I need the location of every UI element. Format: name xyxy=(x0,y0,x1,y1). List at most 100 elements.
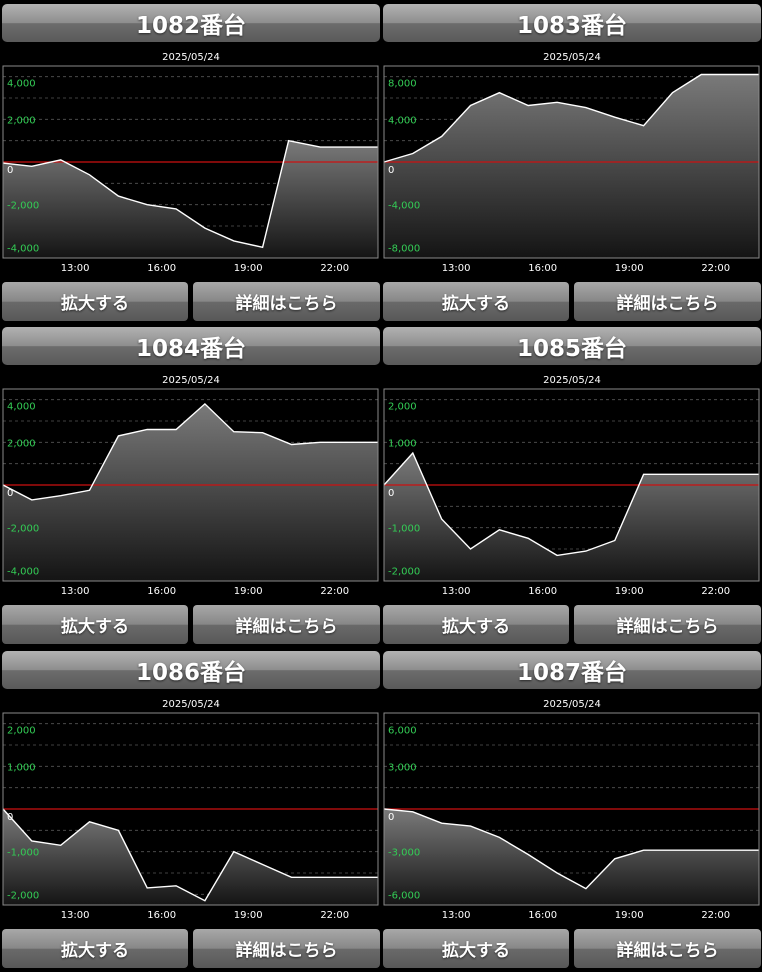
y-tick-label: -4,000 xyxy=(388,201,420,212)
zoom-button-1083[interactable]: 拡大する xyxy=(383,282,569,321)
x-tick-label: 19:00 xyxy=(615,263,644,274)
chart-1085[interactable]: 2025/05/24 2,000 1,000 0 -1,000 -2,000 13:00 16… xyxy=(383,370,761,602)
x-tick-label: 16:00 xyxy=(528,586,557,597)
y-tick-label: 0 xyxy=(7,812,13,823)
x-tick-label: 19:00 xyxy=(234,910,263,921)
zoom-button-1082[interactable]: 拡大する xyxy=(2,282,188,321)
y-tick-label: 2,000 xyxy=(7,115,36,126)
y-tick-label: 2,000 xyxy=(7,438,36,449)
y-tick-label: 0 xyxy=(7,165,13,176)
y-tick-label: 8,000 xyxy=(388,79,417,90)
chart-date-label: 2025/05/24 xyxy=(162,375,220,386)
x-tick-label: 13:00 xyxy=(61,910,90,921)
y-tick-label: -2,000 xyxy=(7,890,39,901)
y-tick-label: 0 xyxy=(388,165,394,176)
y-tick-label: 6,000 xyxy=(388,726,417,737)
y-tick-label: 2,000 xyxy=(7,726,36,737)
panel-1084: 1084番台 2025/05/24 4,000 2,000 0 -2,000 -4,000… xyxy=(2,323,380,644)
x-tick-label: 16:00 xyxy=(147,910,176,921)
series-area xyxy=(384,74,759,258)
x-tick-label: 13:00 xyxy=(61,263,90,274)
series-area xyxy=(3,140,378,258)
zoom-button-1085[interactable]: 拡大する xyxy=(383,605,569,644)
y-tick-label: -4,000 xyxy=(7,566,39,577)
x-tick-label: 13:00 xyxy=(442,586,471,597)
x-tick-label: 22:00 xyxy=(320,910,349,921)
detail-button-1087[interactable]: 詳細はこちら xyxy=(574,929,761,968)
y-tick-label: -1,000 xyxy=(7,848,39,859)
y-tick-label: -8,000 xyxy=(388,243,420,254)
y-tick-label: 3,000 xyxy=(388,762,417,773)
x-tick-label: 16:00 xyxy=(528,263,557,274)
x-tick-label: 13:00 xyxy=(61,586,90,597)
y-tick-label: -2,000 xyxy=(388,566,420,577)
x-tick-label: 19:00 xyxy=(234,263,263,274)
chart-date-label: 2025/05/24 xyxy=(543,52,601,63)
chart-date-label: 2025/05/24 xyxy=(543,699,601,710)
y-tick-label: 4,000 xyxy=(388,115,417,126)
chart-date-label: 2025/05/24 xyxy=(543,375,601,386)
y-tick-label: 1,000 xyxy=(7,762,36,773)
series-area xyxy=(384,809,759,905)
chart-date-label: 2025/05/24 xyxy=(162,699,220,710)
x-tick-label: 19:00 xyxy=(234,586,263,597)
machine-title-1086: 1086番台 xyxy=(2,651,380,689)
x-tick-label: 22:00 xyxy=(320,263,349,274)
y-tick-label: 1,000 xyxy=(388,438,417,449)
x-tick-label: 16:00 xyxy=(147,263,176,274)
panel-1085: 1085番台 2025/05/24 2,000 1,000 0 -1,000 -2,000… xyxy=(383,323,761,644)
zoom-button-1084[interactable]: 拡大する xyxy=(2,605,188,644)
y-tick-label: -3,000 xyxy=(388,848,420,859)
chart-date-label: 2025/05/24 xyxy=(162,52,220,63)
x-tick-label: 16:00 xyxy=(147,586,176,597)
machine-title-1083: 1083番台 xyxy=(383,4,761,42)
y-tick-label: 0 xyxy=(388,812,394,823)
machine-title-1084: 1084番台 xyxy=(2,327,380,365)
chart-svg: 2025/05/24 2,000 1,000 0 -1,000 -2,000 13:00 16… xyxy=(383,375,760,597)
series-area xyxy=(3,403,378,581)
x-tick-label: 22:00 xyxy=(701,263,730,274)
y-tick-label: 2,000 xyxy=(388,402,417,413)
x-tick-label: 19:00 xyxy=(615,910,644,921)
x-tick-label: 22:00 xyxy=(320,586,349,597)
x-tick-label: 13:00 xyxy=(442,910,471,921)
chart-svg: 2025/05/24 8,000 4,000 0 -4,000 -8,000 13:00 16… xyxy=(383,52,760,274)
y-tick-label: -1,000 xyxy=(388,524,420,535)
detail-button-1085[interactable]: 詳細はこちら xyxy=(574,605,761,644)
detail-button-1083[interactable]: 詳細はこちら xyxy=(574,282,761,321)
zoom-button-1087[interactable]: 拡大する xyxy=(383,929,569,968)
chart-1083[interactable]: 2025/05/24 8,000 4,000 0 -4,000 -8,000 13:00 16… xyxy=(383,47,761,279)
y-tick-label: 0 xyxy=(388,488,394,499)
x-tick-label: 13:00 xyxy=(442,263,471,274)
machine-title-1087: 1087番台 xyxy=(383,651,761,689)
chart-1084[interactable]: 2025/05/24 4,000 2,000 0 -2,000 -4,000 13:00 16… xyxy=(2,370,380,602)
chart-svg: 2025/05/24 6,000 3,000 0 -3,000 -6,000 13:00 16… xyxy=(383,699,760,921)
panel-1083: 1083番台 2025/05/24 8,000 4,000 0 -4,000 -8,000… xyxy=(383,0,761,321)
panel-1082: 1082番台 2025/05/24 4,000 2,000 0 -2,000 -4,000… xyxy=(2,0,380,321)
y-tick-label: -2,000 xyxy=(7,524,39,535)
chart-svg: 2025/05/24 4,000 2,000 0 -2,000 -4,000 13:00 16… xyxy=(2,375,379,597)
detail-button-1082[interactable]: 詳細はこちら xyxy=(193,282,380,321)
y-tick-label: -2,000 xyxy=(7,201,39,212)
detail-button-1086[interactable]: 詳細はこちら xyxy=(193,929,380,968)
detail-button-1084[interactable]: 詳細はこちら xyxy=(193,605,380,644)
chart-1082[interactable]: 2025/05/24 4,000 2,000 0 -2,000 -4,000 13:00 16… xyxy=(2,47,380,279)
y-tick-label: 0 xyxy=(7,488,13,499)
series-area xyxy=(3,809,378,905)
x-tick-label: 22:00 xyxy=(701,910,730,921)
machine-title-1085: 1085番台 xyxy=(383,327,761,365)
panel-1086: 1086番台 2025/05/24 2,000 1,000 0 -1,000 -2,000… xyxy=(2,647,380,968)
y-tick-label: 4,000 xyxy=(7,402,36,413)
chart-svg: 2025/05/24 2,000 1,000 0 -1,000 -2,000 13:00 16… xyxy=(2,699,379,921)
chart-1087[interactable]: 2025/05/24 6,000 3,000 0 -3,000 -6,000 13:00 16… xyxy=(383,694,761,926)
x-tick-label: 22:00 xyxy=(701,586,730,597)
y-tick-label: 4,000 xyxy=(7,79,36,90)
zoom-button-1086[interactable]: 拡大する xyxy=(2,929,188,968)
machine-title-1082: 1082番台 xyxy=(2,4,380,42)
x-tick-label: 19:00 xyxy=(615,586,644,597)
y-tick-label: -6,000 xyxy=(388,890,420,901)
panel-1087: 1087番台 2025/05/24 6,000 3,000 0 -3,000 -6,000… xyxy=(383,647,761,968)
chart-1086[interactable]: 2025/05/24 2,000 1,000 0 -1,000 -2,000 13:00 16… xyxy=(2,694,380,926)
x-tick-label: 16:00 xyxy=(528,910,557,921)
chart-svg: 2025/05/24 4,000 2,000 0 -2,000 -4,000 13:00 16… xyxy=(2,52,379,274)
